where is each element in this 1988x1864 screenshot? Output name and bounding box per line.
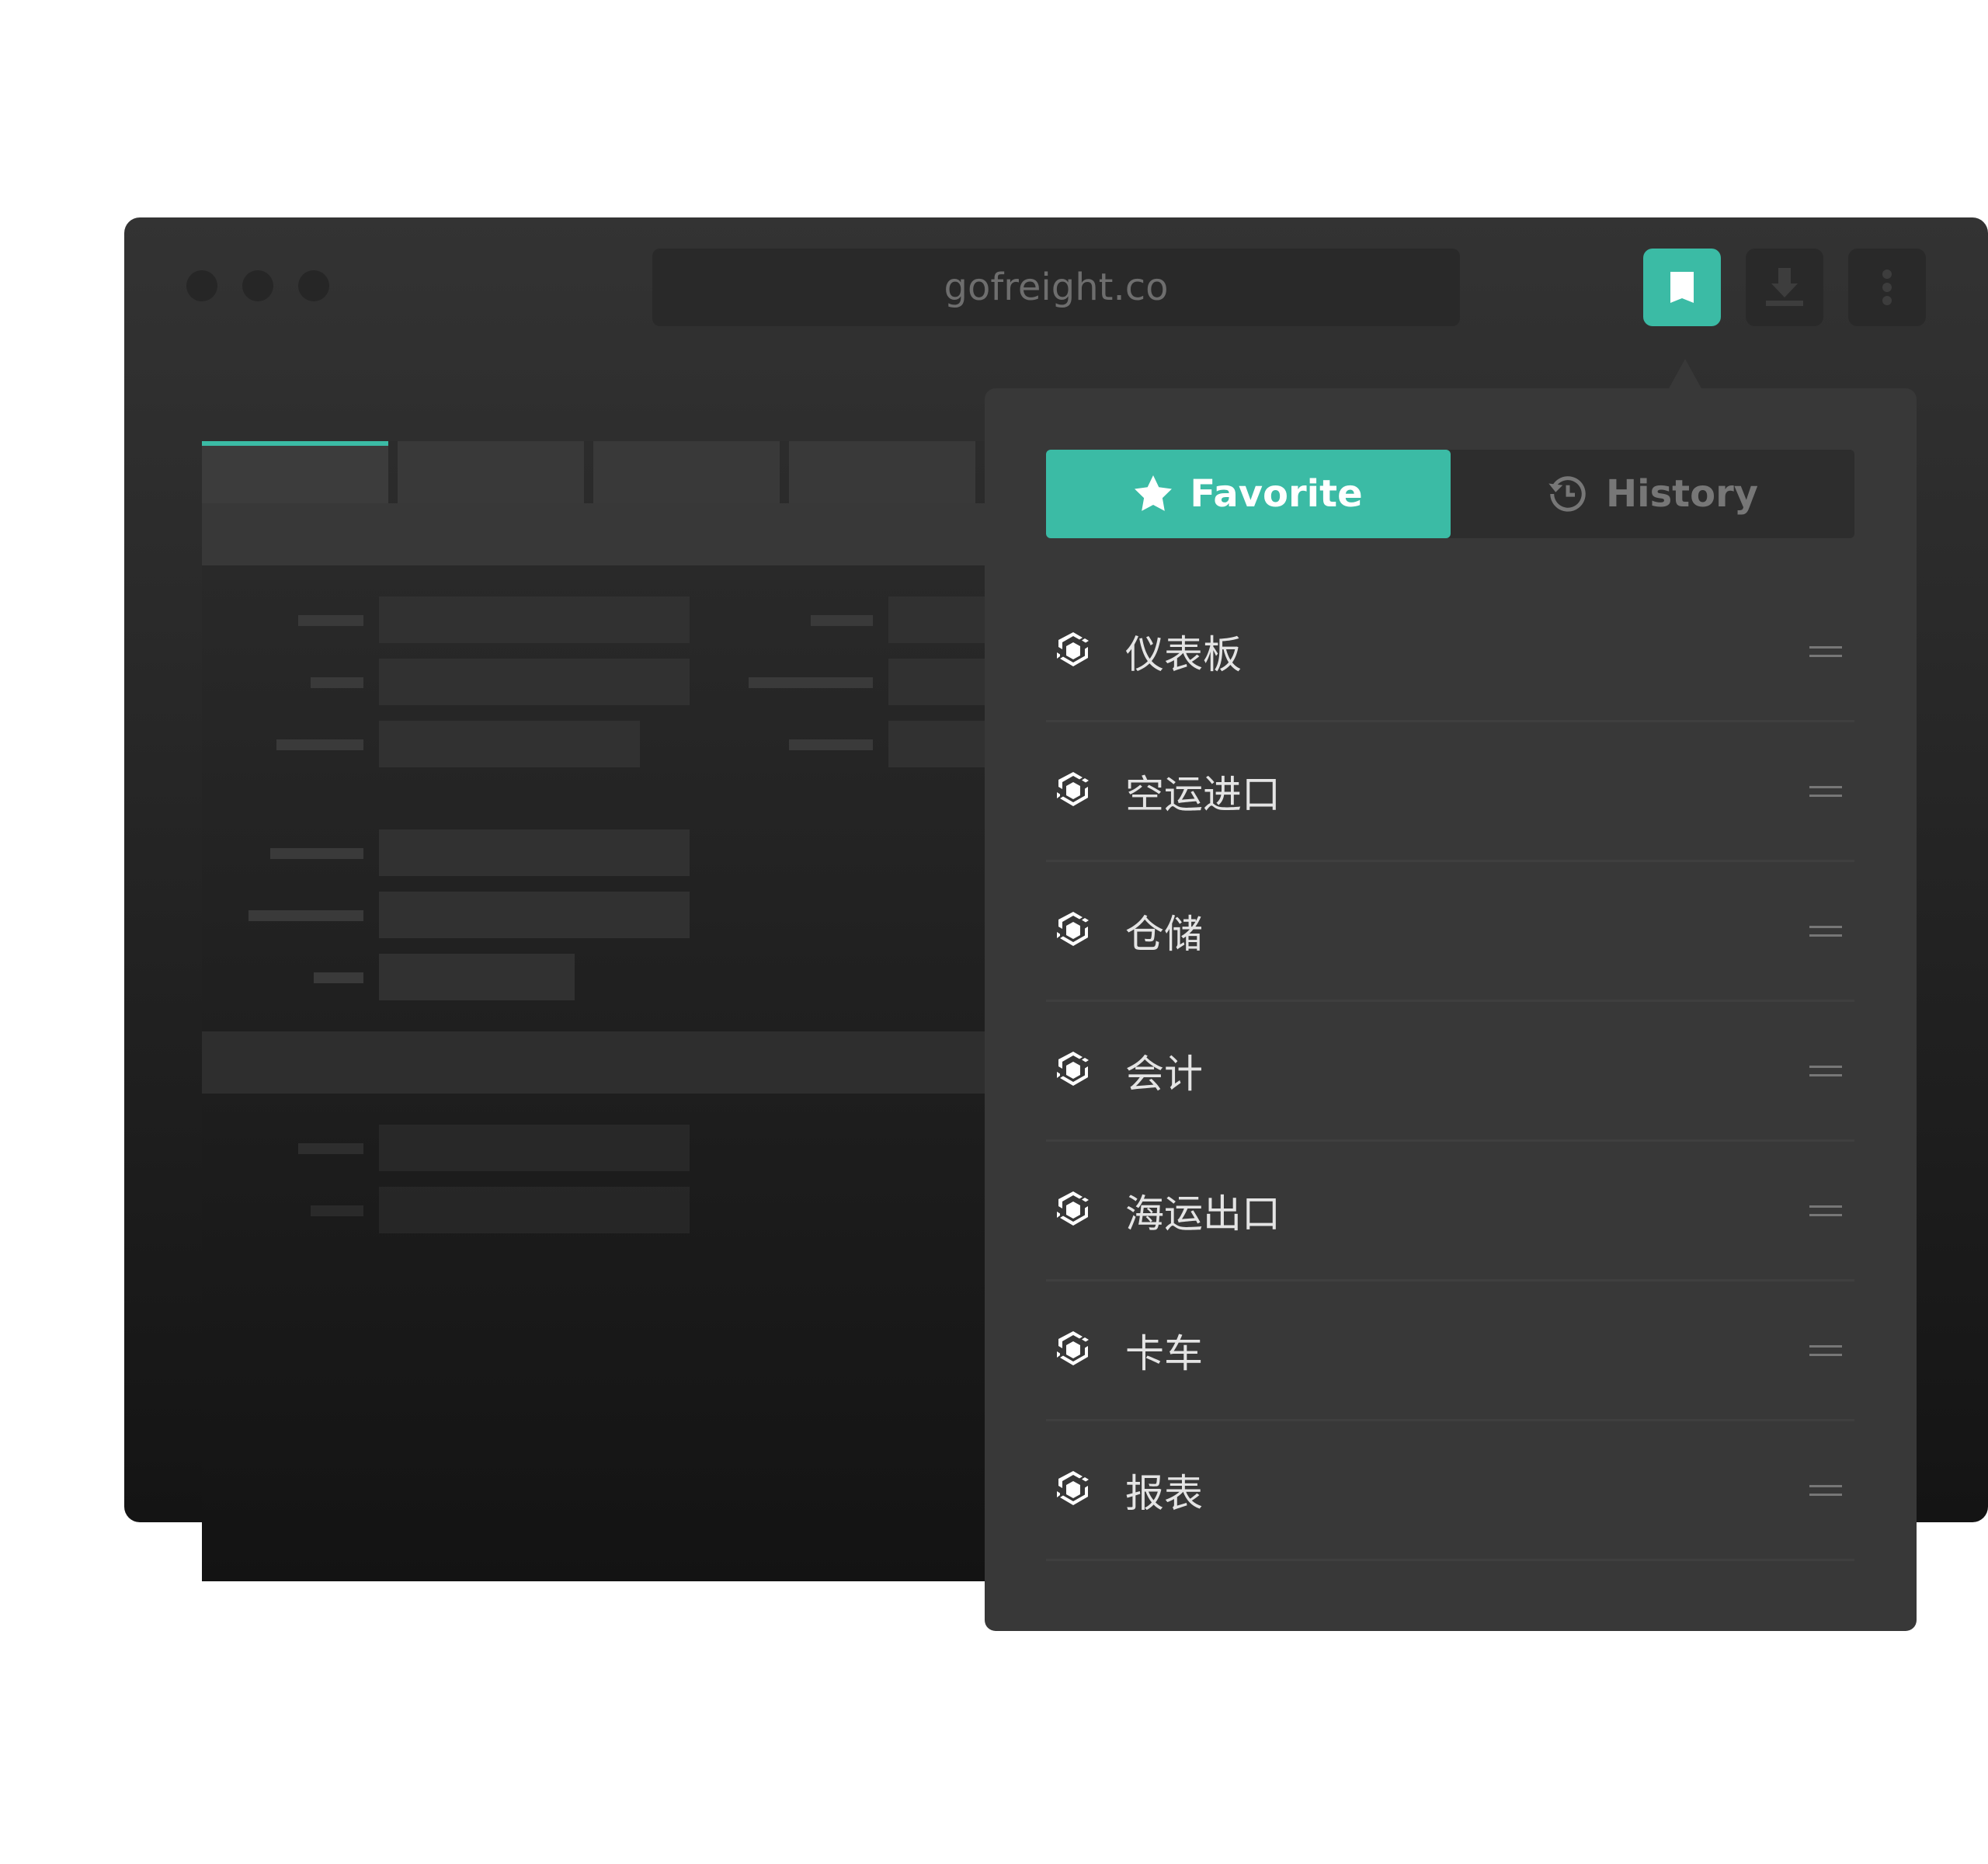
panel-tabs: Favorite History [1046, 450, 1854, 538]
star-icon [1135, 475, 1173, 511]
drag-handle-icon[interactable] [1809, 1065, 1842, 1076]
popover-arrow [1668, 359, 1702, 390]
module-logo-icon [1057, 631, 1089, 666]
more-options-button[interactable] [1848, 249, 1926, 326]
drag-handle-icon[interactable] [1809, 1344, 1842, 1356]
drag-handle-icon[interactable] [1809, 925, 1842, 937]
drag-handle-icon[interactable] [1809, 785, 1842, 797]
module-logo-icon [1057, 1330, 1089, 1365]
download-button[interactable] [1746, 249, 1823, 326]
module-logo-icon [1057, 771, 1089, 806]
section-header [202, 1031, 1056, 1094]
url-text: gofreight.co [944, 266, 1169, 309]
list-item[interactable]: 报表 [1046, 1421, 1854, 1561]
list-item[interactable]: 卡车 [1046, 1282, 1854, 1421]
drag-handle-icon[interactable] [1809, 1484, 1842, 1496]
section-header [202, 503, 1056, 565]
module-logo-icon [1057, 911, 1089, 946]
item-label: 报表 [1125, 1470, 1203, 1516]
page-tab[interactable] [789, 441, 975, 503]
module-logo-icon [1057, 1051, 1089, 1086]
window-minimize-dot[interactable] [242, 270, 273, 301]
bookmark-button[interactable] [1643, 249, 1721, 326]
module-logo-icon [1057, 1191, 1089, 1226]
download-icon [1766, 268, 1803, 306]
drag-handle-icon[interactable] [1809, 645, 1842, 657]
background-page [202, 441, 1056, 1581]
tab-favorite[interactable]: Favorite [1046, 450, 1451, 538]
bookmark-icon [1670, 272, 1694, 303]
page-tab[interactable] [593, 441, 780, 503]
page-tab[interactable] [398, 441, 584, 503]
window-close-dot[interactable] [186, 270, 217, 301]
history-icon [1548, 476, 1586, 512]
item-label: 海运出口 [1125, 1191, 1281, 1236]
list-item[interactable]: 海运出口 [1046, 1142, 1854, 1282]
item-label: 会计 [1125, 1051, 1203, 1097]
tab-history[interactable]: History [1451, 450, 1854, 538]
item-label: 空运进口 [1125, 771, 1281, 817]
favorite-list: 仪表板 空运进口 仓储 会计 海运出口 卡车 报表 [1046, 582, 1854, 1561]
tab-label: Favorite [1190, 472, 1363, 516]
list-item[interactable]: 仪表板 [1046, 582, 1854, 722]
more-vertical-icon [1882, 270, 1892, 305]
bookmark-panel: Favorite History 仪表板 空运进口 仓储 会计 海运出口 卡车 … [985, 388, 1917, 1631]
list-item[interactable]: 空运进口 [1046, 722, 1854, 862]
list-item[interactable]: 会计 [1046, 1002, 1854, 1142]
address-bar[interactable]: gofreight.co [652, 249, 1460, 326]
tab-label: History [1605, 472, 1759, 516]
list-item[interactable]: 仓储 [1046, 862, 1854, 1002]
item-label: 仪表板 [1125, 631, 1242, 677]
module-logo-icon [1057, 1470, 1089, 1505]
page-tab[interactable] [202, 441, 388, 503]
item-label: 卡车 [1125, 1330, 1203, 1376]
item-label: 仓储 [1125, 911, 1203, 957]
drag-handle-icon[interactable] [1809, 1205, 1842, 1216]
window-maximize-dot[interactable] [298, 270, 329, 301]
